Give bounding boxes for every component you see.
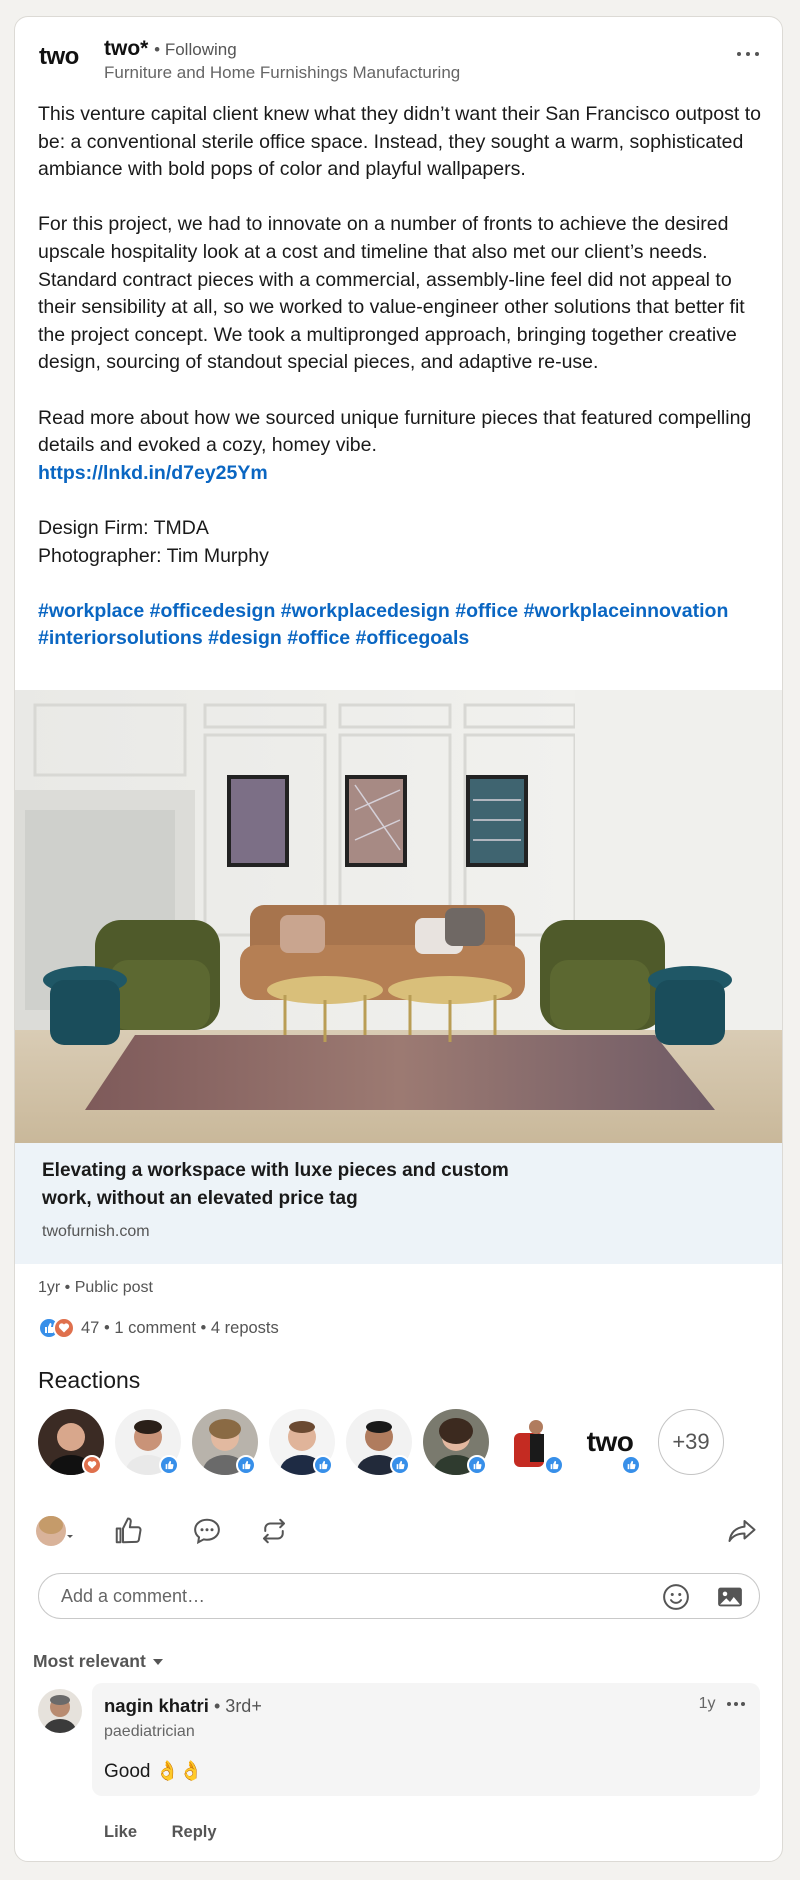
commenter-name[interactable]: nagin khatri xyxy=(104,1695,209,1716)
company-logo[interactable]: two xyxy=(39,43,79,71)
comment-meta: 1y xyxy=(699,1695,746,1713)
separator: • xyxy=(99,1318,115,1337)
hashtag[interactable]: #workplace xyxy=(38,600,144,622)
share-icon xyxy=(728,1520,756,1542)
hashtag[interactable]: #workplacedesign xyxy=(281,600,450,622)
comment-more-icon[interactable] xyxy=(726,1701,746,1707)
lounge-photo xyxy=(15,690,782,1143)
paragraph-1: This venture capital client knew what th… xyxy=(38,103,761,181)
reposts-count[interactable]: 4 reposts xyxy=(211,1319,279,1338)
emoji-icon xyxy=(663,1584,689,1610)
commenter-line: nagin khatri • 3rd+ xyxy=(104,1695,262,1717)
post-text: This venture capital client knew what th… xyxy=(38,101,763,653)
like-badge-icon xyxy=(544,1455,564,1475)
like-badge-icon xyxy=(390,1455,410,1475)
repost-icon xyxy=(263,1518,285,1544)
comment-like-button[interactable]: Like xyxy=(104,1823,137,1841)
reactions-title: Reactions xyxy=(38,1367,141,1393)
post-image[interactable] xyxy=(15,690,782,1143)
love-badge-icon xyxy=(82,1455,102,1475)
user-avatar-icon xyxy=(36,1516,73,1546)
post-card: two two* • Following Furniture and Home … xyxy=(14,16,783,1862)
image-icon xyxy=(718,1587,742,1607)
like-badge-icon xyxy=(313,1455,333,1475)
like-badge-icon xyxy=(621,1455,641,1475)
social-counts: 47 • 1 comment • 4 reposts xyxy=(38,1315,279,1341)
sort-label: Most relevant xyxy=(33,1651,146,1671)
more-reactions-button[interactable]: +39 xyxy=(658,1409,724,1475)
following-status: • Following xyxy=(154,40,237,59)
hashtag[interactable]: #design xyxy=(208,627,282,649)
like-badge-icon xyxy=(467,1455,487,1475)
post-meta: 1yr • Public post xyxy=(38,1279,153,1296)
like-badge-icon xyxy=(236,1455,256,1475)
hashtag[interactable]: #interiorsolutions xyxy=(38,627,203,649)
share-button[interactable] xyxy=(724,1513,760,1549)
hashtag[interactable]: #officegoals xyxy=(356,627,470,649)
comment-input[interactable]: Add a comment… xyxy=(38,1573,760,1619)
emoji-button[interactable] xyxy=(661,1582,691,1617)
article-link[interactable]: https://lnkd.in/d7ey25Ym xyxy=(38,462,268,484)
like-button[interactable] xyxy=(110,1513,146,1549)
hashtag[interactable]: #officedesign xyxy=(150,600,276,622)
connection-degree: • 3rd+ xyxy=(214,1696,262,1716)
reaction-count[interactable]: 47 xyxy=(81,1319,99,1338)
author-line: two* • Following xyxy=(104,37,237,61)
comment-reply-button[interactable]: Reply xyxy=(172,1823,217,1841)
design-firm-credit: Design Firm: TMDA xyxy=(38,516,209,539)
image-button[interactable] xyxy=(715,1582,745,1617)
company-avatar-text: two xyxy=(586,1426,634,1457)
paragraph-3: Read more about how we sourced unique fu… xyxy=(38,406,752,457)
reactor-selector[interactable] xyxy=(36,1513,76,1549)
thumbs-up-icon xyxy=(115,1517,142,1544)
link-preview[interactable]: Elevating a workspace with luxe pieces a… xyxy=(15,1143,782,1264)
preview-title[interactable]: Elevating a workspace with luxe pieces a… xyxy=(42,1157,542,1213)
hashtag[interactable]: #workplaceinnovation xyxy=(524,600,729,622)
comments-count[interactable]: 1 comment xyxy=(114,1319,196,1338)
caret-down-icon xyxy=(152,1659,163,1666)
like-badge-icon xyxy=(159,1455,179,1475)
author-industry: Furniture and Home Furnishings Manufactu… xyxy=(104,63,461,82)
comment-placeholder: Add a comment… xyxy=(61,1586,206,1606)
author-name[interactable]: two* xyxy=(104,37,148,60)
comment-time: 1y xyxy=(698,1695,716,1712)
action-bar xyxy=(15,1507,782,1557)
commenter-title: paediatrician xyxy=(104,1723,195,1740)
love-reaction-icon xyxy=(53,1317,75,1339)
preview-domain: twofurnish.com xyxy=(42,1223,150,1240)
paragraph-2: For this project, we had to innovate on … xyxy=(38,213,745,374)
photographer-credit: Photographer: Tim Murphy xyxy=(38,544,269,567)
hashtag[interactable]: #office xyxy=(455,600,518,622)
comment-button[interactable] xyxy=(189,1513,225,1549)
repost-button[interactable] xyxy=(256,1513,292,1549)
sort-dropdown[interactable]: Most relevant xyxy=(33,1651,165,1672)
comment: nagin khatri • 3rd+ paediatrician Good 👌… xyxy=(92,1683,760,1796)
ellipsis-icon xyxy=(737,52,759,56)
comment-actions: Like Reply xyxy=(104,1823,247,1842)
comment-text: Good 👌👌 xyxy=(104,1761,204,1782)
hashtags: #workplace #officedesign #workplacedesig… xyxy=(38,598,763,653)
more-options-button[interactable] xyxy=(736,39,760,61)
commenter-avatar[interactable] xyxy=(38,1689,82,1733)
post-header: two two* • Following Furniture and Home … xyxy=(15,17,782,87)
comment-icon xyxy=(194,1518,220,1545)
separator: • xyxy=(195,1318,211,1337)
hashtag[interactable]: #office xyxy=(287,627,350,649)
